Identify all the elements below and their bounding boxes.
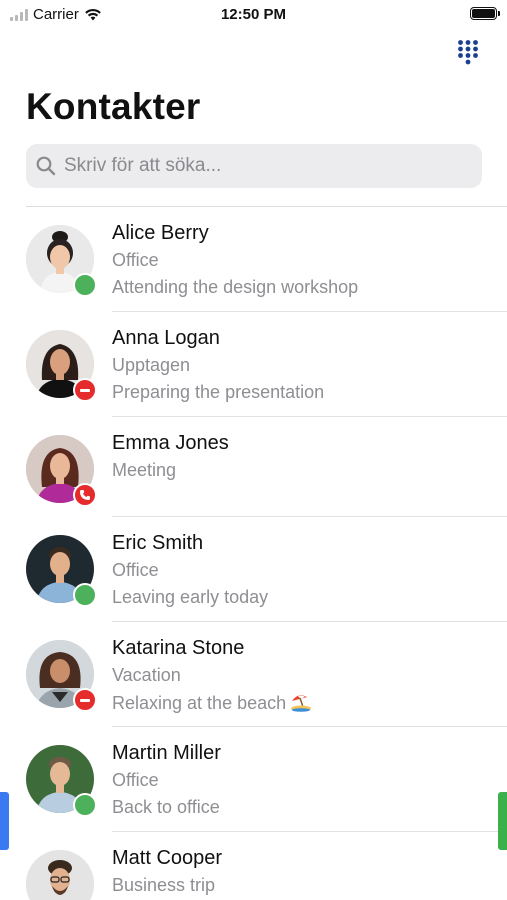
contact-list: Alice Berry Office Attending the design …	[0, 207, 507, 900]
contact-note: Leaving early today	[112, 587, 269, 607]
contact-status: Upptagen	[112, 355, 191, 375]
search-icon	[36, 156, 56, 176]
contact-row[interactable]: Martin Miller Office Back to office	[0, 727, 507, 832]
contact-name: Alice Berry	[112, 222, 209, 244]
contact-row[interactable]: Katarina Stone Vacation Relaxing at the …	[0, 622, 507, 727]
presence-available-badge	[73, 583, 97, 607]
presence-busy-badge	[73, 688, 97, 712]
contact-name: Katarina Stone	[112, 637, 245, 659]
contact-status: Meeting	[112, 460, 177, 480]
contact-status: Business trip	[112, 875, 216, 895]
dialpad-button[interactable]	[457, 39, 479, 65]
presence-available-badge	[73, 273, 97, 297]
contact-note: Back to office	[112, 797, 220, 817]
presence-busy-badge	[73, 378, 97, 402]
contact-note: Relaxing at the beach	[112, 693, 287, 713]
left-edge-tab[interactable]	[0, 792, 9, 850]
contact-name: Martin Miller	[112, 742, 221, 764]
contact-status: Office	[112, 250, 159, 270]
search-input[interactable]	[64, 155, 464, 177]
phone-icon	[80, 490, 90, 500]
contact-name: Anna Logan	[112, 327, 220, 349]
status-bar: Carrier 12:50 PM	[0, 0, 507, 28]
contact-note: Preparing the presentation	[112, 382, 325, 402]
contact-note-row: Relaxing at the beach	[112, 692, 312, 717]
beach-umbrella-icon	[290, 692, 312, 717]
contact-row[interactable]: Eric Smith Office Leaving early today	[0, 517, 507, 622]
page-title: Kontakter	[26, 86, 201, 127]
presence-in-call-badge	[73, 483, 97, 507]
contact-status: Office	[112, 560, 159, 580]
clock: 12:50 PM	[220, 6, 287, 23]
right-edge-tab[interactable]	[498, 792, 507, 850]
contact-row[interactable]: Anna Logan Upptagen Preparing the presen…	[0, 312, 507, 417]
search-bar[interactable]	[26, 144, 482, 188]
contact-note: Attending the design workshop	[112, 277, 359, 297]
contact-row[interactable]: Emma Jones Meeting	[0, 417, 507, 517]
contact-status: Office	[112, 770, 159, 790]
contact-status: Vacation	[112, 665, 181, 685]
contact-name: Matt Cooper	[112, 847, 223, 869]
avatar	[26, 850, 94, 900]
contact-name: Eric Smith	[112, 532, 204, 554]
dialpad-icon	[458, 40, 478, 65]
presence-available-badge	[73, 793, 97, 817]
contact-row[interactable]: Alice Berry Office Attending the design …	[0, 207, 507, 312]
contact-name: Emma Jones	[112, 432, 229, 454]
contact-row[interactable]: Matt Cooper Business trip	[0, 832, 507, 900]
battery-icon	[470, 7, 500, 20]
